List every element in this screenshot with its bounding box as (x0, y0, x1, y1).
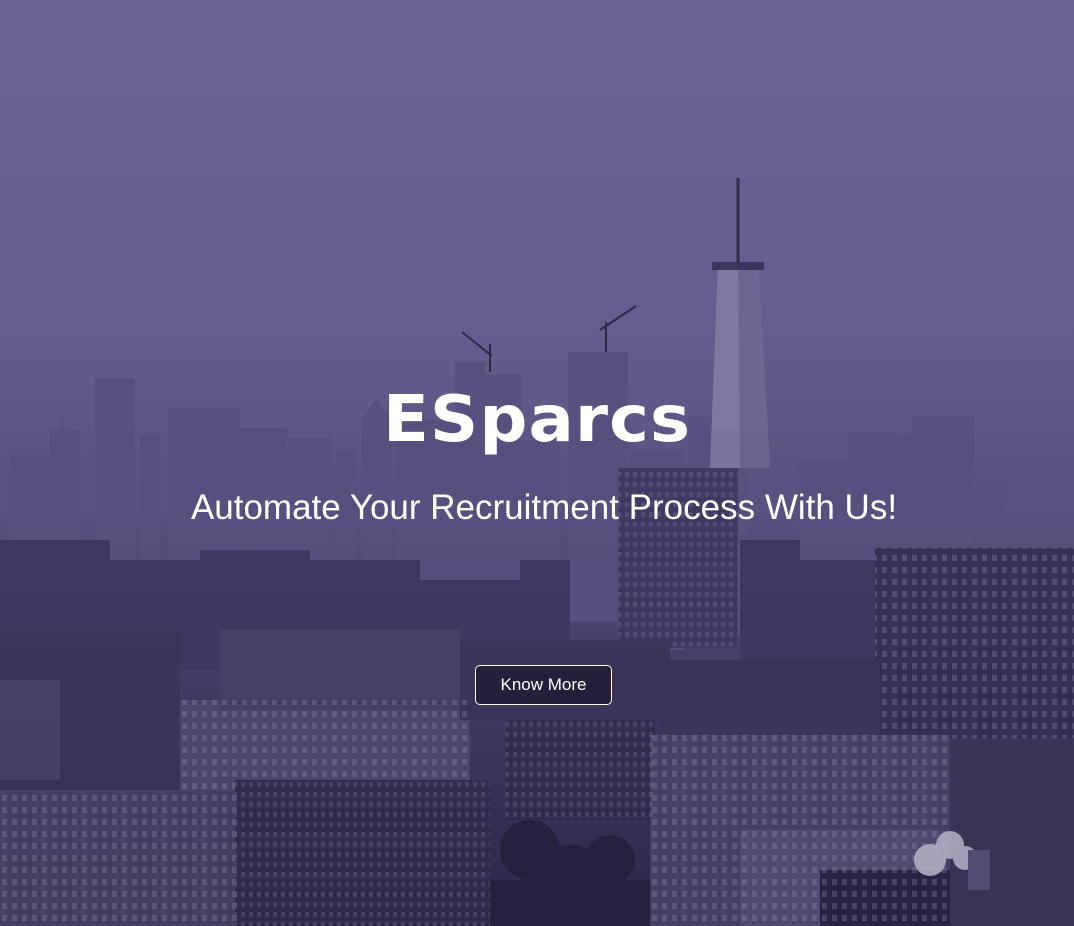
hero-section: ESparcs Automate Your Recruitment Proces… (0, 0, 1074, 926)
brand-title: ESparcs (382, 383, 692, 457)
know-more-button[interactable]: Know More (475, 665, 612, 705)
hero-tagline: Automate Your Recruitment Process With U… (190, 488, 898, 527)
city-skyline-background (0, 178, 1074, 926)
